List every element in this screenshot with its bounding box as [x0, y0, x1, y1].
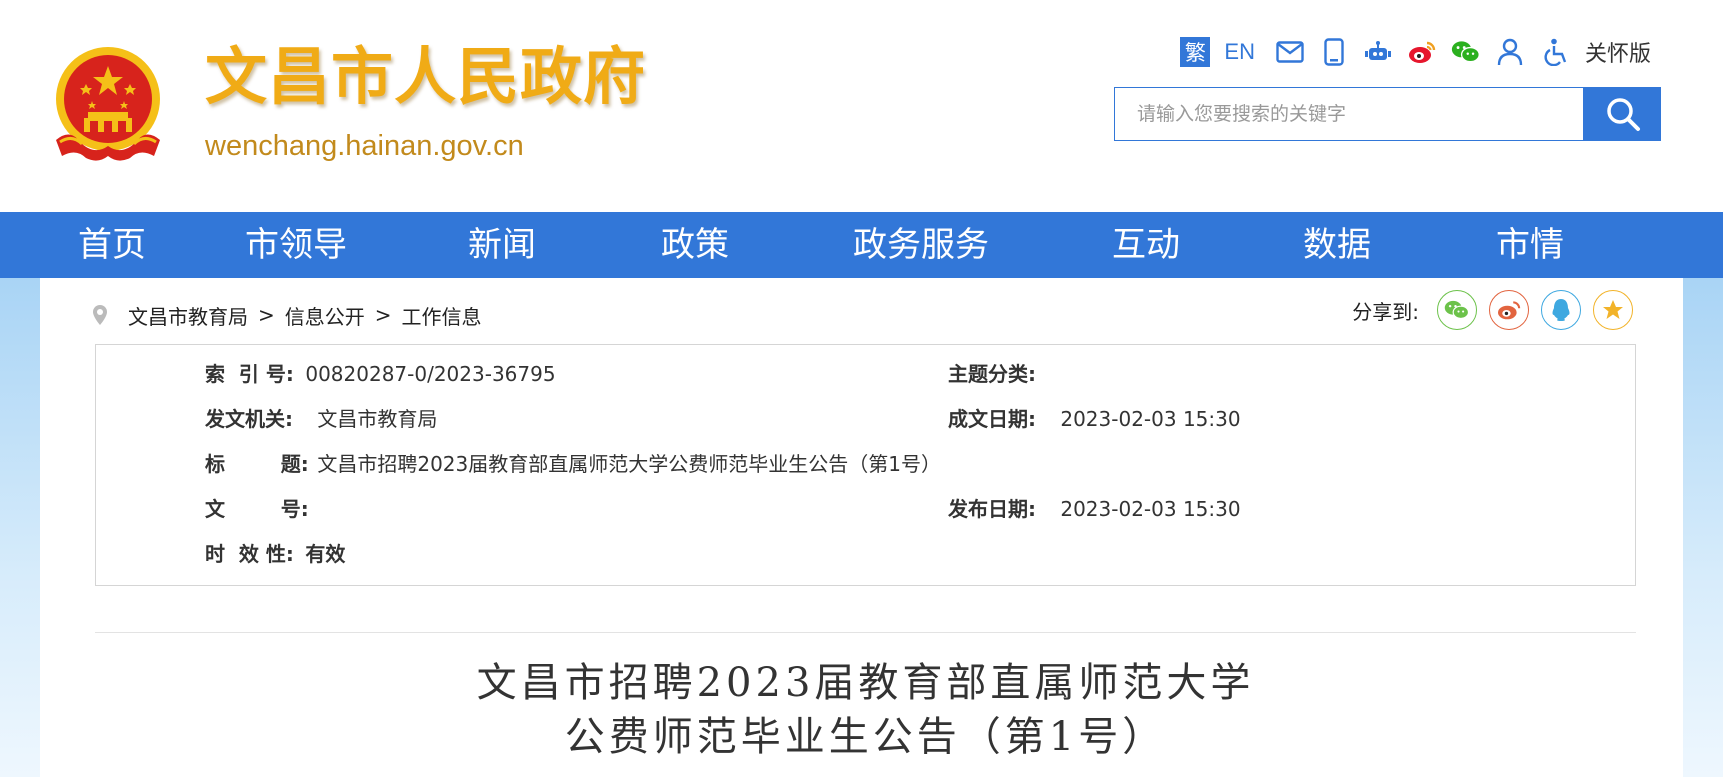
search-button[interactable]: [1584, 87, 1661, 141]
meta-created-value: 2023-02-03 15:30: [1060, 407, 1241, 431]
meta-title-label: 标 题:: [205, 452, 309, 476]
site-header: 文昌市人民政府 wenchang.hainan.gov.cn 繁 EN 关怀版: [0, 0, 1723, 212]
english-button[interactable]: EN: [1224, 39, 1255, 65]
meta-title-row: 标 题: 文昌市招聘2023届教育部直属师范大学公费师范毕业生公告（第1号）: [205, 449, 941, 479]
breadcrumb-link-education-bureau[interactable]: 文昌市教育局: [128, 301, 248, 330]
article-title: 文昌市招聘2023届教育部直属师范大学 公费师范毕业生公告（第1号）: [95, 656, 1636, 764]
document-meta-table: 索 引 号: 00820287-0/2023-36795 主题分类: 发文机关:…: [95, 344, 1636, 586]
user-icon[interactable]: [1495, 37, 1525, 67]
breadcrumb-separator: >: [258, 303, 275, 327]
meta-published-label: 发布日期:: [948, 497, 1036, 521]
meta-topic-label: 主题分类:: [948, 362, 1036, 386]
nav-item-data[interactable]: 数据: [1303, 212, 1371, 278]
left-background-gradient: [0, 278, 40, 777]
accessibility-icon[interactable]: [1539, 37, 1569, 67]
main-nav: 首页 市领导 新闻 政策 政务服务 互动 数据 市情: [0, 212, 1723, 278]
breadcrumb: 文昌市教育局 > 信息公开 > 工作信息: [92, 298, 482, 332]
meta-docno-row: 文 号:: [205, 494, 311, 524]
robot-icon[interactable]: [1363, 37, 1393, 67]
share-qq-button[interactable]: [1541, 290, 1581, 330]
breadcrumb-link-work-info[interactable]: 工作信息: [402, 301, 482, 330]
qq-icon: [1552, 299, 1570, 321]
nav-item-news[interactable]: 新闻: [468, 212, 536, 278]
star-icon: [1603, 300, 1623, 319]
meta-issuer-label: 发文机关:: [205, 407, 293, 431]
mobile-icon[interactable]: [1319, 37, 1349, 67]
nav-item-services[interactable]: 政务服务: [853, 212, 989, 278]
meta-published-value: 2023-02-03 15:30: [1060, 497, 1241, 521]
meta-validity-row: 时 效 性: 有效: [205, 539, 345, 569]
meta-validity-label: 时 效 性:: [205, 542, 294, 566]
share-qzone-button[interactable]: [1593, 290, 1633, 330]
right-background-gradient: [1683, 278, 1723, 777]
traditional-chinese-button[interactable]: 繁: [1180, 37, 1211, 67]
share-wechat-button[interactable]: [1437, 290, 1477, 330]
breadcrumb-link-info-disclosure[interactable]: 信息公开: [285, 301, 365, 330]
nav-item-city-info[interactable]: 市情: [1496, 212, 1564, 278]
wechat-icon[interactable]: [1451, 37, 1481, 67]
search-input[interactable]: [1135, 88, 1579, 140]
breadcrumb-separator: >: [374, 303, 392, 327]
meta-created-label: 成文日期:: [948, 407, 1036, 431]
nav-item-home[interactable]: 首页: [78, 212, 146, 278]
search-icon: [1606, 98, 1640, 131]
share-label: 分享到:: [1352, 299, 1419, 324]
meta-index-value: 00820287-0/2023-36795: [305, 362, 556, 386]
nav-item-leaders[interactable]: 市领导: [245, 212, 347, 278]
national-emblem-icon: [56, 47, 160, 161]
nav-item-interaction[interactable]: 互动: [1112, 212, 1180, 278]
meta-issuer-value: 文昌市教育局: [317, 407, 438, 431]
meta-index-label: 索 引 号:: [205, 362, 294, 386]
meta-created-row: 成文日期: 2023-02-03 15:30: [948, 404, 1241, 434]
top-toolbar: 繁 EN 关怀版: [1180, 34, 1651, 70]
meta-docno-label: 文 号:: [205, 497, 309, 521]
share-weibo-button[interactable]: [1489, 290, 1529, 330]
share-bar: 分享到:: [1352, 288, 1633, 332]
care-mode-button[interactable]: 关怀版: [1585, 36, 1651, 68]
meta-validity-value: 有效: [305, 542, 346, 566]
weibo-icon: [1498, 301, 1521, 320]
meta-index-row: 索 引 号: 00820287-0/2023-36795: [205, 359, 556, 389]
site-domain: wenchang.hainan.gov.cn: [205, 130, 524, 162]
meta-topic-row: 主题分类:: [948, 359, 1054, 389]
nav-item-policy[interactable]: 政策: [661, 212, 729, 278]
meta-published-row: 发布日期: 2023-02-03 15:30: [948, 494, 1241, 524]
article-title-line2: 公费师范毕业生公告（第1号）: [564, 714, 1167, 760]
article-title-line1: 文昌市招聘2023届教育部直属师范大学: [476, 660, 1255, 706]
mail-icon[interactable]: [1275, 37, 1305, 67]
search-box: [1114, 87, 1584, 141]
content-divider: [95, 632, 1636, 633]
wechat-icon: [1444, 300, 1470, 319]
weibo-icon[interactable]: [1407, 37, 1437, 67]
location-pin-icon: [93, 305, 107, 325]
site-title: 文昌市人民政府: [205, 40, 647, 113]
content-area: 文昌市教育局 > 信息公开 > 工作信息 分享到: 索 引 号: 0082028…: [40, 278, 1683, 777]
meta-title-value: 文昌市招聘2023届教育部直属师范大学公费师范毕业生公告（第1号）: [317, 452, 941, 476]
meta-issuer-row: 发文机关: 文昌市教育局: [205, 404, 437, 434]
